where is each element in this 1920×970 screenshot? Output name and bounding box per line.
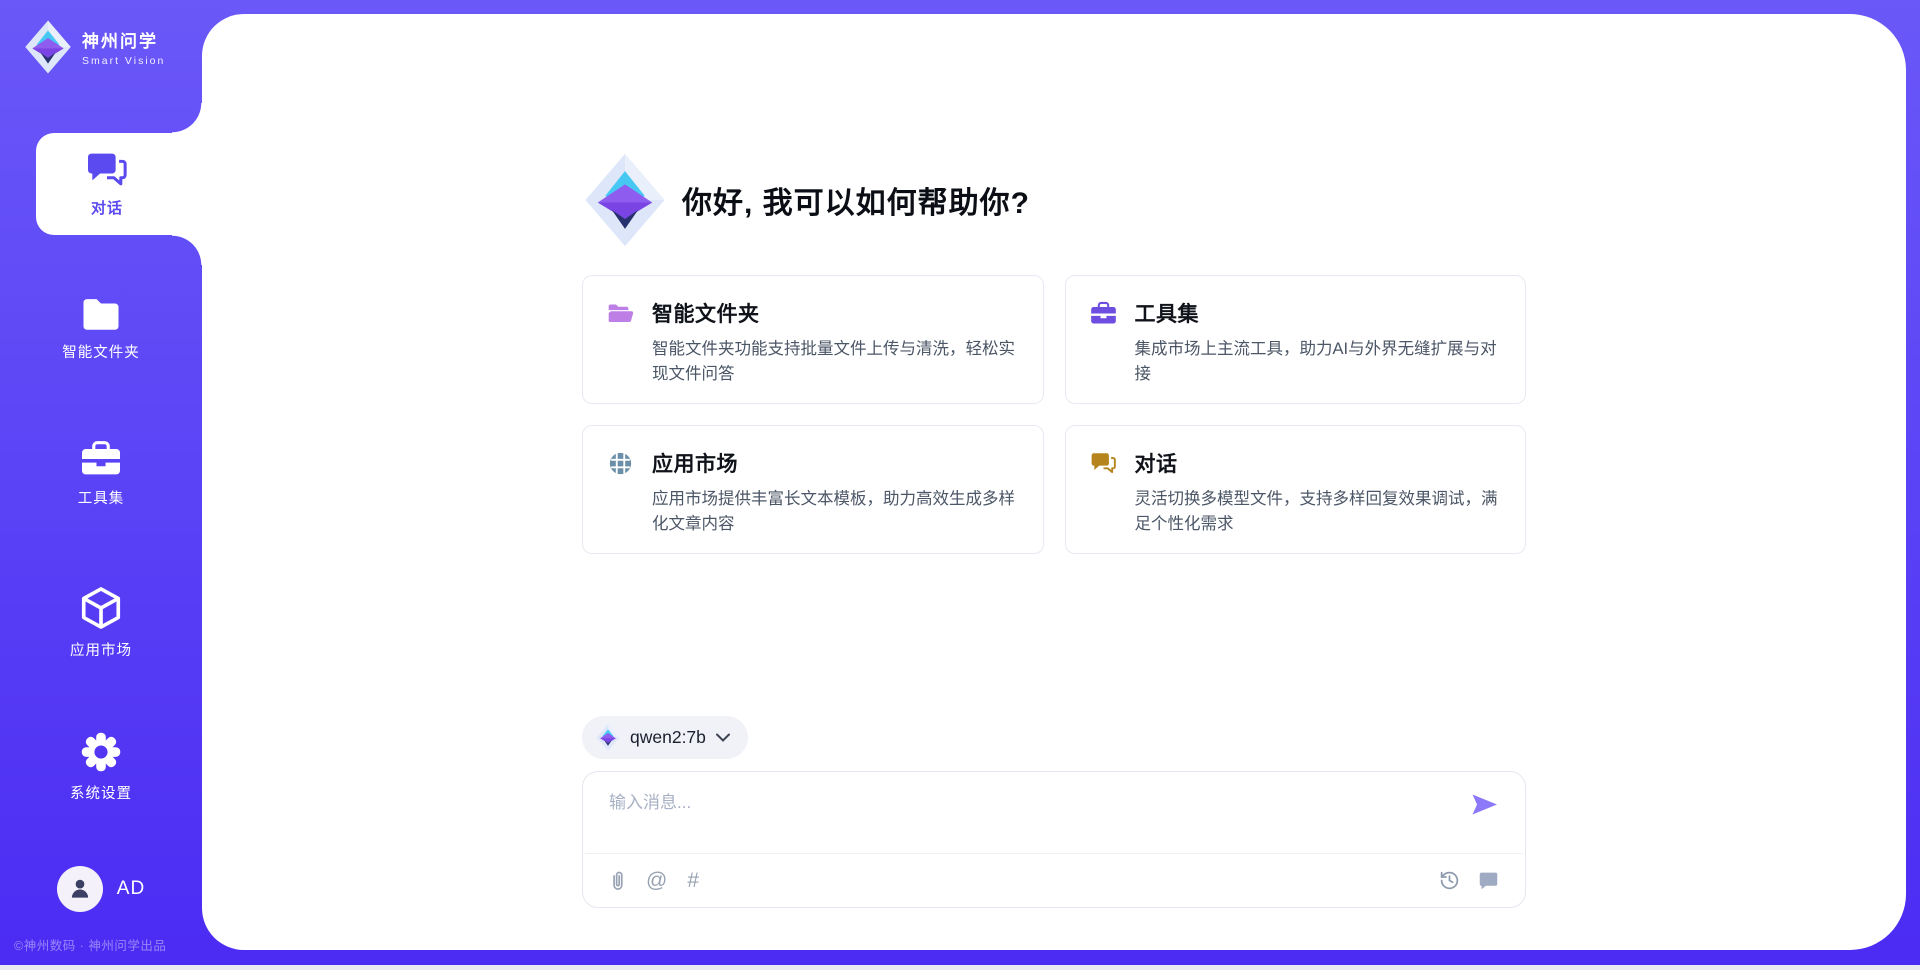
card-description: 灵活切换多模型文件，支持多样回复效果调试，满足个性化需求 — [1135, 487, 1502, 537]
sidebar-item-settings[interactable]: 系统设置 — [0, 731, 202, 803]
card-chat[interactable]: 对话 灵活切换多模型文件，支持多样回复效果调试，满足个性化需求 — [1065, 425, 1527, 554]
chat-bubbles-icon — [85, 151, 129, 189]
sidebar-item-label: 系统设置 — [70, 782, 132, 803]
history-button[interactable] — [1439, 870, 1460, 891]
conversation-button[interactable] — [1478, 870, 1499, 891]
diamond-logo-icon — [596, 724, 620, 751]
paperclip-icon — [609, 870, 626, 892]
sidebar-item-tools[interactable]: 工具集 — [0, 440, 202, 508]
send-button[interactable] — [1471, 792, 1499, 820]
sidebar-item-label: 工具集 — [78, 487, 125, 508]
card-description: 应用市场提供丰富长文本模板，助力高效生成多样化文章内容 — [652, 487, 1019, 537]
card-title: 对话 — [1135, 448, 1178, 478]
greeting-text: 你好, 我可以如何帮助你? — [682, 178, 1030, 222]
card-title: 智能文件夹 — [652, 298, 760, 328]
tab-curve-top — [172, 103, 202, 133]
card-app-market[interactable]: 应用市场 应用市场提供丰富长文本模板，助力高效生成多样化文章内容 — [582, 425, 1044, 554]
brand-subtitle: Smart Vision — [82, 55, 165, 67]
sidebar-item-folders[interactable]: 智能文件夹 — [0, 296, 202, 362]
person-icon — [67, 876, 93, 902]
sidebar: 神州问学 Smart Vision 对话 智能文件夹 工具集 应用市场 — [0, 0, 202, 970]
card-description: 集成市场上主流工具，助力AI与外界无缝扩展与对接 — [1135, 337, 1502, 387]
folder-icon — [80, 296, 122, 332]
sidebar-item-label: 应用市场 — [70, 639, 132, 660]
card-title: 工具集 — [1135, 298, 1200, 328]
user-profile[interactable]: AD — [0, 866, 202, 912]
history-icon — [1439, 870, 1460, 891]
gear-icon — [80, 731, 122, 773]
message-composer: @ # — [582, 771, 1526, 908]
briefcase-icon — [1090, 301, 1117, 326]
greeting: 你好, 我可以如何帮助你? — [582, 153, 1526, 247]
bottom-edge — [0, 965, 1920, 970]
user-name: AD — [117, 878, 145, 900]
hash-icon[interactable]: # — [687, 870, 699, 891]
sidebar-item-label: 对话 — [91, 197, 123, 218]
main-panel: 你好, 我可以如何帮助你? 智能文件夹 智能文件夹功能支持批量文件上传与清洗，轻… — [202, 14, 1906, 950]
diamond-logo-icon — [24, 20, 72, 74]
message-input[interactable] — [609, 788, 1455, 846]
model-selector[interactable]: qwen2:7b — [582, 716, 748, 759]
model-name: qwen2:7b — [630, 727, 706, 748]
sidebar-item-label: 智能文件夹 — [62, 341, 140, 362]
attach-button[interactable] — [609, 870, 626, 892]
at-icon[interactable]: @ — [646, 870, 667, 891]
card-toolset[interactable]: 工具集 集成市场上主流工具，助力AI与外界无缝扩展与对接 — [1065, 275, 1527, 404]
feature-cards: 智能文件夹 智能文件夹功能支持批量文件上传与清洗，轻松实现文件问答 工具集 集成… — [582, 275, 1526, 554]
cube-icon — [81, 586, 121, 630]
app-grid-icon — [607, 451, 634, 476]
chevron-down-icon — [716, 733, 730, 742]
brand: 神州问学 Smart Vision — [24, 20, 165, 74]
card-description: 智能文件夹功能支持批量文件上传与清洗，轻松实现文件问答 — [652, 337, 1019, 387]
card-smart-folders[interactable]: 智能文件夹 智能文件夹功能支持批量文件上传与清洗，轻松实现文件问答 — [582, 275, 1044, 404]
diamond-logo-icon — [582, 153, 668, 247]
brand-name: 神州问学 — [82, 27, 165, 52]
briefcase-icon — [80, 440, 122, 478]
sidebar-item-market[interactable]: 应用市场 — [0, 586, 202, 660]
card-title: 应用市场 — [652, 448, 738, 478]
avatar — [57, 866, 103, 912]
tab-curve-bottom — [172, 235, 202, 265]
send-icon — [1471, 792, 1499, 817]
sidebar-item-chat[interactable]: 对话 — [36, 133, 202, 235]
copyright-footer: ©神州数码 · 神州问学出品 — [14, 935, 166, 954]
chat-bubbles-icon — [1090, 451, 1117, 476]
folder-open-icon — [607, 301, 634, 326]
chat-bubble-icon — [1478, 870, 1499, 891]
